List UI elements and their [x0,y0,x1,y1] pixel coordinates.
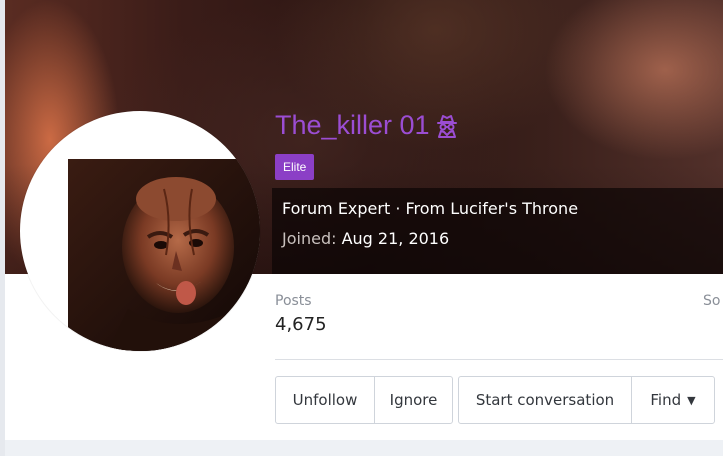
stat-label-partial: So [703,293,721,309]
stats-divider [275,359,723,360]
conversation-find-group: Start conversation Find ▼ [458,376,715,424]
follow-ignore-group: Unfollow Ignore [275,376,453,424]
ignore-button[interactable]: Ignore [374,377,452,423]
start-conversation-button[interactable]: Start conversation [459,377,631,423]
joined-info: Joined: Aug 21, 2016 [282,229,449,248]
avatar[interactable] [20,111,260,351]
user-tagline: Forum Expert · From Lucifer's Throne [282,199,579,218]
find-button[interactable]: Find ▼ [631,377,714,423]
spy-icon [434,113,460,139]
profile-username[interactable]: The_killer 01 [275,110,460,141]
posts-value[interactable]: 4,675 [275,314,327,335]
joined-label: Joined: [282,229,337,248]
posts-stat[interactable]: Posts 4,675 [275,293,327,335]
caret-down-icon: ▼ [687,393,696,407]
username-text[interactable]: The_killer 01 [275,110,430,141]
posts-label: Posts [275,293,312,309]
avatar-image [68,159,260,351]
user-title-badge: Elite [275,154,315,180]
unfollow-button[interactable]: Unfollow [276,377,374,423]
find-label: Find [650,391,682,409]
joined-date: Aug 21, 2016 [341,229,450,248]
